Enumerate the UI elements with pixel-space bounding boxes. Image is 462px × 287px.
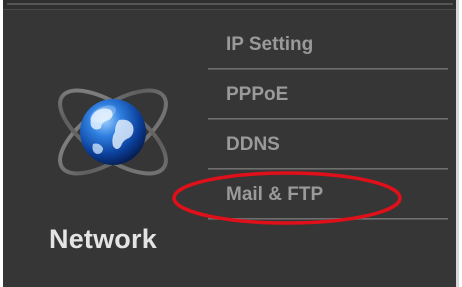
window-edge — [456, 0, 459, 287]
menu-separator — [208, 168, 448, 170]
top-bar — [3, 0, 459, 10]
menu-item-label: DDNS — [226, 134, 280, 155]
menu-separator — [208, 68, 448, 70]
menu-item-ip-setting[interactable]: IP Setting — [208, 22, 448, 72]
top-bar-divider — [7, 3, 453, 5]
menu-item-mail-ftp[interactable]: Mail & FTP — [208, 172, 448, 222]
menu-item-label: IP Setting — [226, 34, 314, 55]
menu-item-label: PPPoE — [226, 84, 289, 105]
menu-item-label: Mail & FTP — [226, 184, 324, 205]
section-title: Network — [49, 224, 157, 254]
network-settings-panel: Network IP Setting PPPoE DDNS Mail & FTP — [3, 0, 459, 287]
globe-orbit-icon — [43, 74, 183, 194]
menu-separator — [208, 118, 448, 120]
menu-separator — [208, 218, 448, 220]
menu-item-ddns[interactable]: DDNS — [208, 122, 448, 172]
menu-item-pppoe[interactable]: PPPoE — [208, 72, 448, 122]
